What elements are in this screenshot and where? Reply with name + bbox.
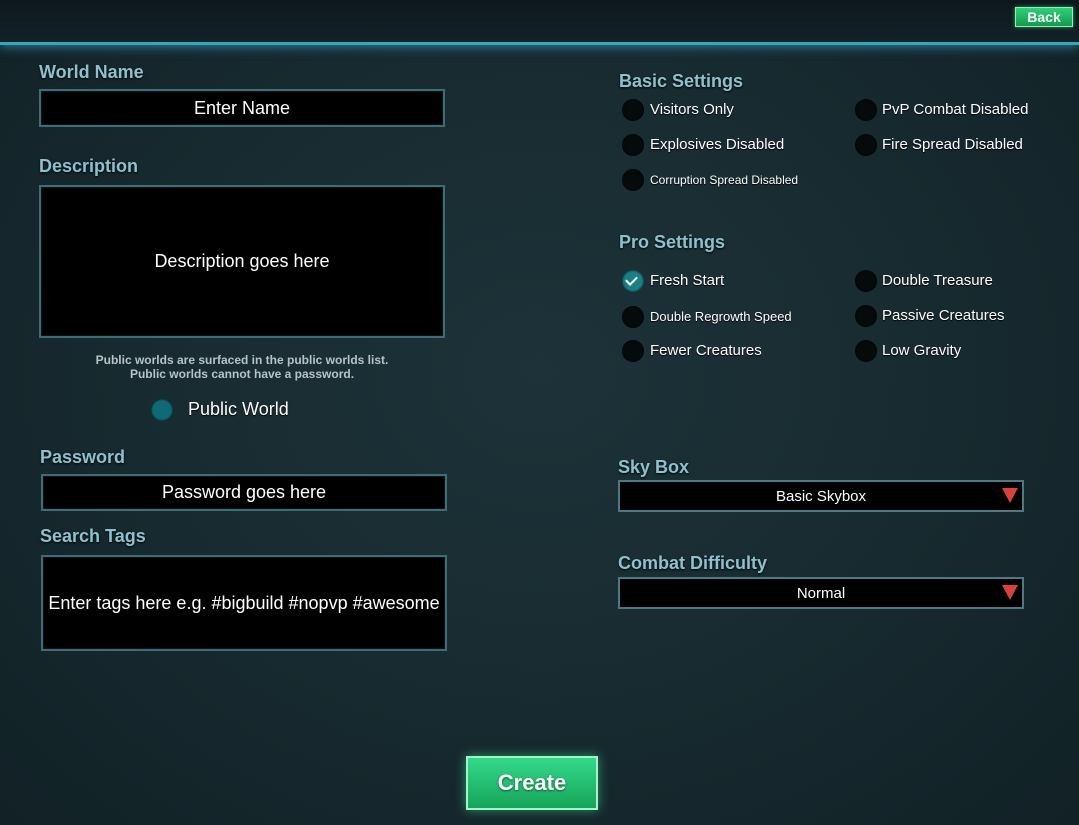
visitors-only-label: Visitors Only: [650, 101, 734, 118]
description-label: Description: [39, 156, 139, 176]
fewer-creatures-label: Fewer Creatures: [650, 342, 762, 359]
double-treasure-label: Double Treasure: [882, 272, 993, 289]
double-regrowth-speed-checkbox[interactable]: [622, 306, 644, 328]
public-world-label: Public World: [188, 399, 289, 419]
pro-settings-title: Pro Settings: [619, 232, 726, 252]
basic-settings-title: Basic Settings: [619, 71, 744, 91]
fewer-creatures-checkbox[interactable]: [622, 340, 644, 362]
password-input[interactable]: Password goes here: [41, 474, 447, 511]
combat-difficulty-label: Combat Difficulty: [618, 553, 768, 573]
public-note-line1: Public worlds are surfaced in the public…: [95, 353, 389, 367]
public-note-line2: Public worlds cannot have a password.: [129, 367, 355, 381]
top-bar: Back: [0, 0, 1079, 45]
passive-creatures-label: Passive Creatures: [882, 307, 1005, 324]
create-button[interactable]: Create: [466, 756, 598, 810]
back-button[interactable]: Back: [1015, 7, 1073, 27]
public-world-toggle[interactable]: [151, 399, 173, 421]
fresh-start-checkbox[interactable]: [622, 270, 644, 292]
fire-spread-disabled-checkbox[interactable]: [855, 134, 877, 156]
corruption-spread-disabled-label: Corruption Spread Disabled: [650, 173, 799, 187]
double-regrowth-speed-label: Double Regrowth Speed: [650, 309, 792, 324]
pvp-combat-disabled-label: PvP Combat Disabled: [882, 101, 1029, 118]
description-input[interactable]: Description goes here: [39, 185, 445, 338]
password-label: Password: [40, 447, 126, 467]
sky-box-dropdown[interactable]: Basic Skybox: [618, 480, 1024, 512]
pvp-combat-disabled-checkbox[interactable]: [855, 99, 877, 121]
sky-box-value: Basic Skybox: [775, 487, 867, 505]
double-treasure-checkbox[interactable]: [855, 270, 877, 292]
dropdown-arrow-icon: [1002, 488, 1018, 503]
search-tags-input[interactable]: Enter tags here e.g. #bigbuild #nopvp #a…: [41, 555, 447, 651]
dropdown-arrow-icon: [1002, 585, 1018, 600]
world-name-label: World Name: [39, 62, 144, 82]
combat-difficulty-value: Normal: [796, 584, 846, 602]
explosives-disabled-label: Explosives Disabled: [650, 136, 785, 153]
sky-box-label: Sky Box: [618, 457, 690, 477]
fire-spread-disabled-label: Fire Spread Disabled: [882, 136, 1023, 153]
fresh-start-label: Fresh Start: [650, 272, 725, 289]
visitors-only-checkbox[interactable]: [622, 99, 644, 121]
low-gravity-checkbox[interactable]: [855, 340, 877, 362]
explosives-disabled-checkbox[interactable]: [622, 134, 644, 156]
world-name-input[interactable]: Enter Name: [39, 89, 445, 127]
low-gravity-label: Low Gravity: [882, 342, 962, 359]
passive-creatures-checkbox[interactable]: [855, 305, 877, 327]
corruption-spread-disabled-checkbox[interactable]: [622, 169, 644, 191]
combat-difficulty-dropdown[interactable]: Normal: [618, 577, 1024, 609]
search-tags-label: Search Tags: [40, 526, 146, 546]
